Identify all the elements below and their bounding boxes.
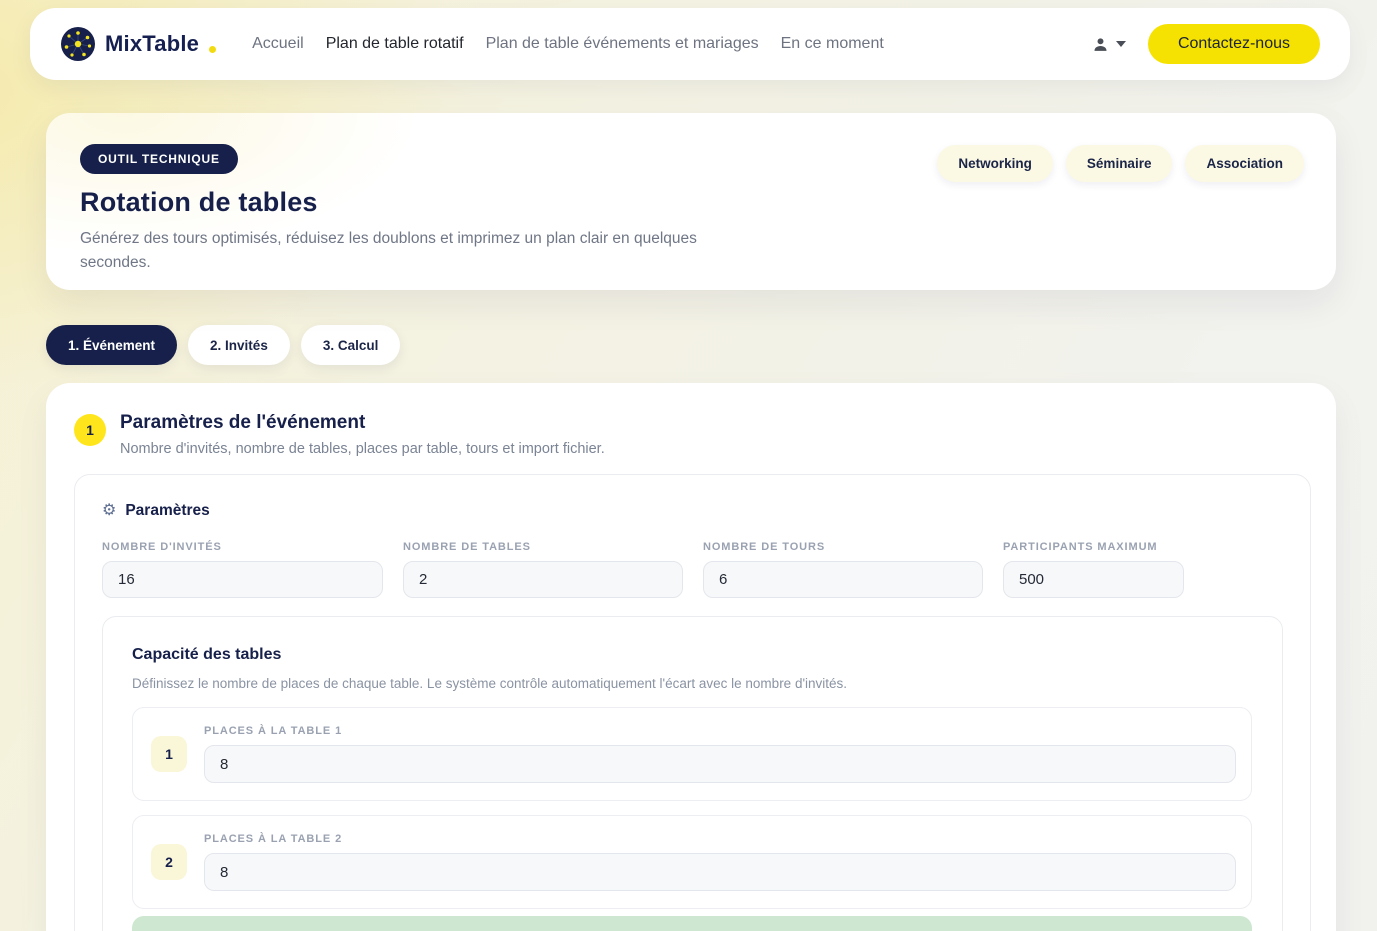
mixtable-logo-icon — [60, 26, 96, 62]
parameters-panel-header: ⚙ Paramètres — [102, 502, 1283, 520]
table-number-badge: 2 — [151, 844, 187, 880]
nav-item-en-ce-moment[interactable]: En ce moment — [781, 35, 884, 53]
tag-networking: Networking — [937, 145, 1053, 182]
brand-dot-icon — [209, 46, 216, 53]
page: MixTable Accueil Plan de table rotatif P… — [0, 0, 1377, 931]
table-2-seats-input[interactable] — [204, 853, 1236, 891]
nav-item-accueil[interactable]: Accueil — [252, 35, 304, 53]
step-tabs: 1. Événement 2. Invités 3. Calcul — [46, 325, 1377, 365]
table-row: 2 Places à la table 2 — [132, 815, 1252, 909]
table-row-main: Places à la table 1 — [204, 725, 1236, 783]
max-participants-input[interactable] — [1003, 561, 1184, 598]
table-capacity-panel: Capacité des tables Définissez le nombre… — [102, 616, 1283, 931]
capacity-description: Définissez le nombre de places de chaque… — [132, 676, 1252, 691]
header: MixTable Accueil Plan de table rotatif P… — [30, 8, 1350, 80]
nav-item-plan-evenements[interactable]: Plan de table événements et mariages — [486, 35, 759, 53]
hero-tags: Networking Séminaire Association — [937, 144, 1304, 290]
field-label: Nombre de tables — [403, 541, 683, 553]
user-icon — [1092, 36, 1109, 53]
tab-invites[interactable]: 2. Invités — [188, 325, 290, 365]
field-nombre-invites: Nombre d'invités — [102, 541, 383, 598]
table-number-badge: 1 — [151, 736, 187, 772]
tables-count-input[interactable] — [403, 561, 683, 598]
nav-item-plan-rotatif[interactable]: Plan de table rotatif — [326, 35, 464, 53]
table-1-seats-input[interactable] — [204, 745, 1236, 783]
field-label: Nombre de tours — [703, 541, 983, 553]
contact-button[interactable]: Contactez-nous — [1148, 24, 1320, 64]
tag-association: Association — [1185, 145, 1304, 182]
rounds-count-input[interactable] — [703, 561, 983, 598]
header-right: Contactez-nous — [1092, 24, 1320, 64]
table-seats-label: Places à la table 1 — [204, 725, 1236, 737]
parameters-fields: Nombre d'invités Nombre de tables Nombre… — [102, 541, 1283, 598]
tool-badge: OUTIL TECHNIQUE — [80, 144, 238, 174]
section-title: Paramètres de l'événement — [120, 412, 605, 434]
section-header-text: Paramètres de l'événement Nombre d'invit… — [120, 412, 605, 457]
capacity-title: Capacité des tables — [132, 646, 1252, 664]
table-row: 1 Places à la table 1 — [132, 707, 1252, 801]
main-nav: Accueil Plan de table rotatif Plan de ta… — [252, 35, 884, 53]
guests-count-input[interactable] — [102, 561, 383, 598]
field-nombre-tours: Nombre de tours — [703, 541, 983, 598]
table-row-main: Places à la table 2 — [204, 833, 1236, 891]
event-parameters-card: 1 Paramètres de l'événement Nombre d'inv… — [46, 383, 1336, 931]
account-menu[interactable] — [1092, 36, 1126, 53]
step-number-badge: 1 — [74, 414, 106, 446]
parameters-panel: ⚙ Paramètres Nombre d'invités Nombre de … — [74, 474, 1311, 931]
page-description: Générez des tours optimisés, réduisez le… — [80, 227, 712, 275]
tag-seminaire: Séminaire — [1066, 145, 1173, 182]
parameters-panel-title: Paramètres — [125, 502, 209, 520]
page-title: Rotation de tables — [80, 187, 712, 218]
brand[interactable]: MixTable — [60, 26, 216, 62]
section-header: 1 Paramètres de l'événement Nombre d'inv… — [74, 412, 1311, 457]
success-banner — [132, 916, 1252, 931]
field-label: Participants maximum — [1003, 541, 1184, 553]
table-seats-label: Places à la table 2 — [204, 833, 1236, 845]
chevron-down-icon — [1116, 41, 1126, 47]
section-subtitle: Nombre d'invités, nombre de tables, plac… — [120, 441, 605, 457]
tab-calcul[interactable]: 3. Calcul — [301, 325, 401, 365]
tab-evenement[interactable]: 1. Événement — [46, 325, 177, 365]
field-participants-max: Participants maximum — [1003, 541, 1184, 598]
hero-content: OUTIL TECHNIQUE Rotation de tables Génér… — [80, 144, 712, 290]
hero-card: OUTIL TECHNIQUE Rotation de tables Génér… — [46, 113, 1336, 290]
field-nombre-tables: Nombre de tables — [403, 541, 683, 598]
field-label: Nombre d'invités — [102, 541, 383, 553]
gear-icon: ⚙ — [102, 503, 116, 519]
brand-name: MixTable — [105, 31, 199, 57]
